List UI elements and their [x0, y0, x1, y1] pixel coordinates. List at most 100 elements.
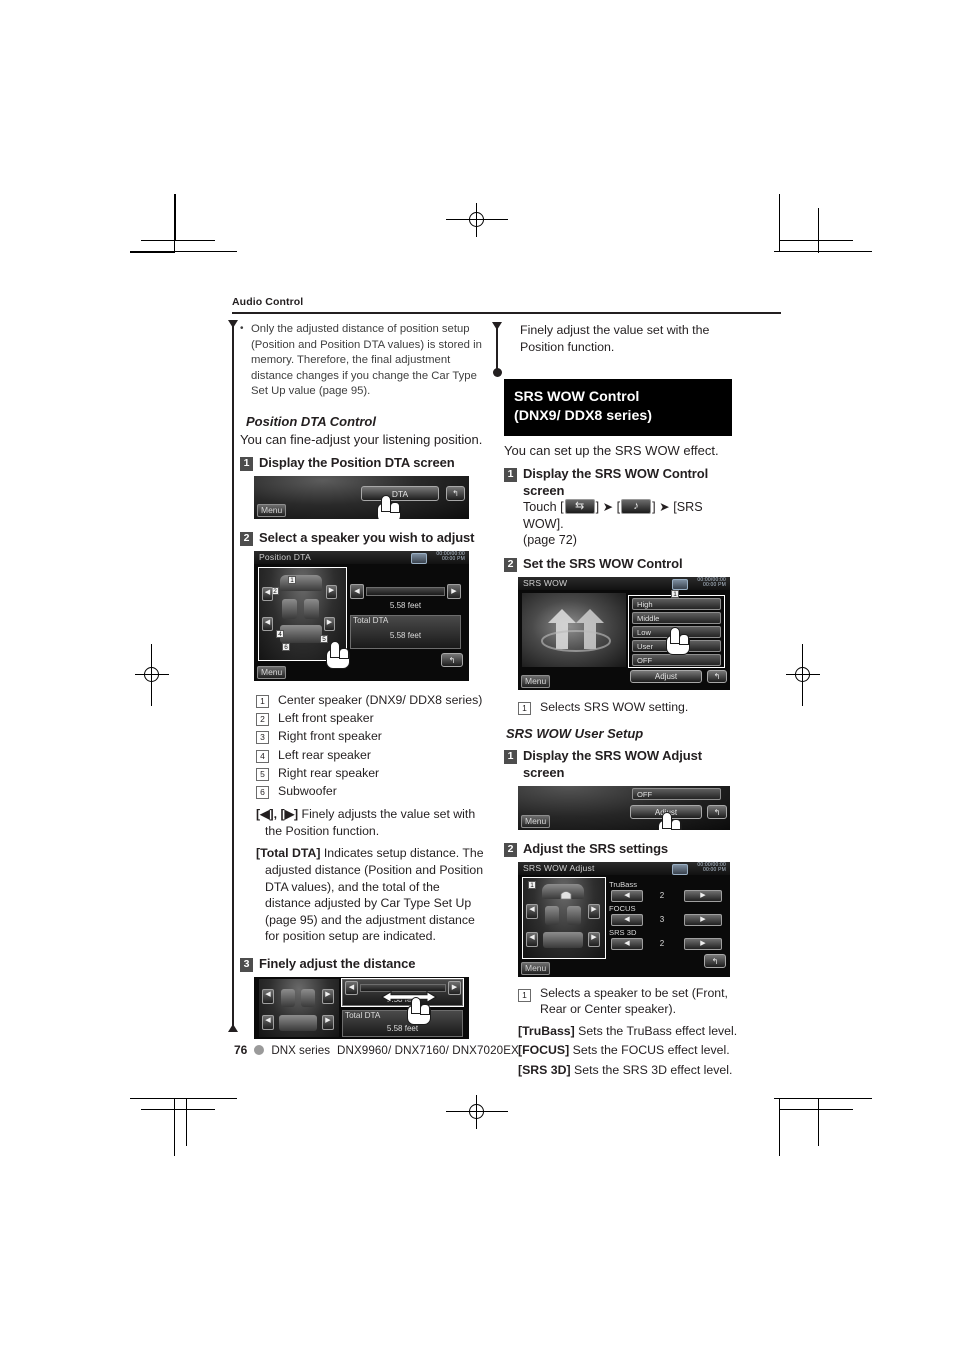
focus-value: 3: [659, 914, 665, 924]
srs3d-decrease-button[interactable]: ◀: [611, 937, 643, 950]
menu-button[interactable]: Menu: [257, 503, 287, 517]
trubass-label: TruBass: [609, 879, 637, 889]
srs3d-increase-button[interactable]: ▶: [684, 937, 722, 950]
definition-term: [Total DTA]: [256, 846, 321, 861]
screen-title: SRS WOW: [523, 577, 568, 588]
callout-text: Left rear speaker: [278, 747, 371, 762]
audio-control-icon[interactable]: ♪: [621, 499, 652, 514]
audio-control-glyph: ♪: [633, 500, 639, 512]
speaker-left-front-arrow[interactable]: ◀: [526, 903, 538, 919]
speaker-callout-list: 1 Center speaker (DNX9/ DDX8 series) 2 L…: [256, 691, 485, 800]
callout-text: Left front speaker: [278, 711, 374, 726]
menu-button[interactable]: Menu: [521, 674, 551, 688]
note-finely-adjust: Finely adjust the value set with the Pos…: [520, 323, 710, 354]
screen-title: Position DTA: [259, 551, 311, 562]
speaker-left-front-arrow[interactable]: ◀: [262, 988, 274, 1004]
definition-desc: Indicates setup distance. The adjusted d…: [265, 846, 484, 944]
footer-bullet-icon: [254, 1045, 265, 1055]
trubass-value: 2: [659, 890, 665, 900]
callout-item: 3 Right front speaker: [256, 727, 485, 745]
header-rule: [232, 312, 781, 314]
step-title: Display the SRS WOW Adjust screen: [523, 747, 702, 780]
source-icon: [672, 863, 688, 875]
speaker-left-rear-arrow[interactable]: ◀: [262, 1014, 274, 1030]
value-increase-button[interactable]: ▶: [447, 583, 461, 599]
menu-button[interactable]: Menu: [521, 961, 551, 975]
focus-increase-button[interactable]: ▶: [684, 913, 722, 926]
step-number-badge: 3: [240, 957, 253, 972]
sound-wave-arrows-icon: [541, 608, 611, 652]
adjust-button[interactable]: Adjust: [630, 669, 702, 683]
speaker-right-front-arrow[interactable]: ▶: [322, 988, 334, 1004]
touch-mid: ] ➤ [: [595, 500, 621, 514]
callout-number: 2: [256, 713, 269, 727]
callout-text: Right rear speaker: [278, 765, 380, 780]
touch-prefix: Touch [: [523, 500, 564, 514]
callout-marker-1: 1: [288, 575, 296, 584]
definition-term: [◀], [▶]: [256, 807, 299, 822]
value-decrease-button[interactable]: ◀: [350, 583, 364, 599]
source-icon: [672, 578, 688, 590]
srs-option-middle[interactable]: Middle: [632, 611, 721, 624]
total-dta-label: Total DTA: [345, 1010, 381, 1020]
definition-desc: Sets the TruBass effect level.: [574, 1023, 738, 1038]
definition-desc: Sets the SRS 3D effect level.: [570, 1062, 733, 1077]
center-speaker-icon: [560, 890, 572, 900]
srs3d-label: SRS 3D: [609, 927, 637, 937]
trubass-decrease-button[interactable]: ◀: [611, 889, 643, 902]
menu-button[interactable]: Menu: [521, 814, 551, 828]
value-slider-track[interactable]: [366, 586, 445, 596]
page-number: 76: [234, 1043, 248, 1057]
flow-line-right: [496, 328, 498, 370]
srs-option-off[interactable]: OFF: [632, 787, 721, 800]
step-title: Display the SRS WOW Control screen: [523, 466, 709, 498]
speaker-left-front-arrow[interactable]: ◀: [262, 586, 273, 601]
definition-desc: Sets the FOCUS effect level.: [569, 1043, 730, 1058]
menu-button[interactable]: Menu: [257, 665, 287, 679]
screenshot-srs-adjust-entry: OFF Adjust ↰ Menu: [518, 785, 730, 830]
clock-readout: 00:00/00:00 00:00 PM: [697, 862, 726, 874]
srs-option-off[interactable]: OFF: [632, 653, 721, 666]
callout-text: Right front speaker: [278, 729, 382, 744]
step-title: Adjust the SRS settings: [523, 840, 669, 856]
flow-arrow-bottom-left: [228, 1024, 238, 1032]
focus-label: FOCUS: [609, 903, 636, 913]
speaker-left-rear-arrow[interactable]: ◀: [526, 931, 538, 947]
step-2-select-speaker: 2 Select a speaker you wish to adjust: [240, 529, 485, 546]
callout-item: 1 Selects a speaker to be set (Front, Re…: [518, 985, 744, 1018]
speaker-right-front-arrow[interactable]: ▶: [326, 584, 337, 599]
return-icon[interactable]: ↰: [446, 485, 465, 501]
seat-front-left: [281, 988, 295, 1007]
page-reference: (page 72): [523, 533, 577, 547]
trubass-increase-button[interactable]: ▶: [684, 889, 722, 902]
flow-dot-right: [493, 368, 502, 377]
clock-line2: 00:00 PM: [441, 556, 465, 563]
speaker-right-rear-arrow[interactable]: ▶: [588, 931, 600, 947]
callout-text: Subwoofer: [278, 783, 337, 798]
definition-total-dta: [Total DTA] Indicates setup distance. Th…: [256, 845, 485, 945]
total-dta-label: Total DTA: [353, 615, 389, 625]
srs-wow-callout-list: 1 Selects SRS WOW setting.: [518, 698, 744, 716]
step-2-set-srs-wow-control: 2 Set the SRS WOW Control: [504, 555, 744, 572]
manual-page: Audio Control Only the adjusted distance…: [0, 0, 954, 1350]
definition-term: [SRS 3D]: [518, 1062, 571, 1077]
speaker-right-rear-arrow[interactable]: ▶: [322, 1014, 334, 1030]
seat-rear-bench: [279, 1014, 317, 1031]
source-switch-icon[interactable]: ⇆: [564, 499, 595, 514]
return-icon[interactable]: ↰: [441, 652, 463, 667]
srs-option-high[interactable]: High: [632, 597, 721, 610]
srs3d-value: 2: [659, 938, 665, 948]
return-icon[interactable]: ↰: [704, 953, 726, 968]
return-icon[interactable]: ↰: [707, 804, 727, 819]
speaker-right-front-arrow[interactable]: ▶: [588, 903, 600, 919]
total-dta-value: 5.58 feet: [386, 1023, 419, 1033]
speaker-right-rear-arrow[interactable]: ▶: [324, 616, 335, 631]
speaker-left-rear-arrow[interactable]: ◀: [262, 616, 273, 631]
definition-trubass: [TruBass] Sets the TruBass effect level.: [518, 1023, 744, 1040]
callout-item: 6 Subwoofer: [256, 782, 485, 800]
step-1-instruction: Touch [⇆] ➤ [♪] ➤ [SRS WOW]. (page 72): [523, 499, 744, 549]
source-switch-glyph: ⇆: [575, 500, 585, 512]
return-icon[interactable]: ↰: [707, 669, 727, 683]
step-title: Set the SRS WOW Control: [523, 555, 683, 571]
focus-decrease-button[interactable]: ◀: [611, 913, 643, 926]
